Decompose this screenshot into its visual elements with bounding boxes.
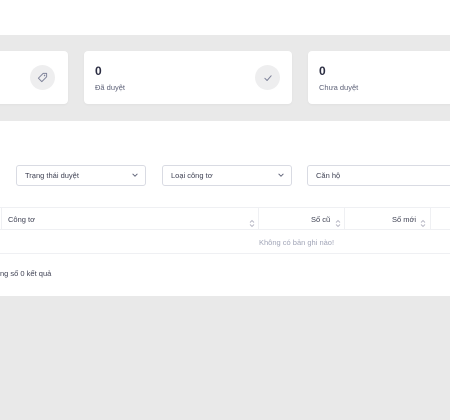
approval-status-select[interactable]: Trạng thái duyệt	[16, 165, 146, 186]
empty-message: Không có bản ghi nào!	[259, 238, 335, 247]
column-divider	[1, 208, 2, 230]
table-empty-row: Không có bản ghi nào!	[0, 231, 450, 254]
column-divider	[430, 208, 431, 230]
unapproved-label: Chưa duyệt	[319, 83, 359, 92]
approval-status-label: Trạng thái duyệt	[25, 171, 79, 180]
meter-type-select[interactable]: Loại công tơ	[162, 165, 292, 186]
column-label-old-reading: Số cũ	[311, 214, 331, 224]
table-header: Công tơ Số cũ Số mới	[0, 207, 450, 230]
stat-card-unapproved: 0 Chưa duyệt	[308, 51, 450, 104]
unapproved-count: 0	[319, 64, 326, 78]
chevron-down-icon	[277, 171, 285, 181]
column-divider	[258, 208, 259, 230]
result-summary: ng số 0 kết quả	[0, 269, 52, 278]
chevron-down-icon	[131, 171, 139, 181]
stat-card-1	[0, 51, 68, 104]
approved-label: Đã duyệt	[95, 83, 126, 92]
top-bar	[0, 0, 450, 35]
approved-count: 0	[95, 64, 102, 78]
apartment-label: Căn hộ	[316, 171, 341, 180]
tag-icon	[30, 65, 55, 90]
meter-type-label: Loại công tơ	[171, 171, 213, 180]
column-header-new-reading[interactable]: Số mới	[392, 208, 416, 230]
column-label-new-reading: Số mới	[392, 214, 417, 224]
column-divider	[344, 208, 345, 230]
column-header-old-reading[interactable]: Số cũ	[311, 208, 330, 230]
column-label-meter: Công tơ	[8, 214, 36, 224]
check-icon	[255, 65, 280, 90]
apartment-select[interactable]: Căn hộ	[307, 165, 450, 186]
stat-card-approved: 0 Đã duyệt	[84, 51, 292, 104]
column-header-meter[interactable]: Công tơ	[8, 208, 35, 230]
